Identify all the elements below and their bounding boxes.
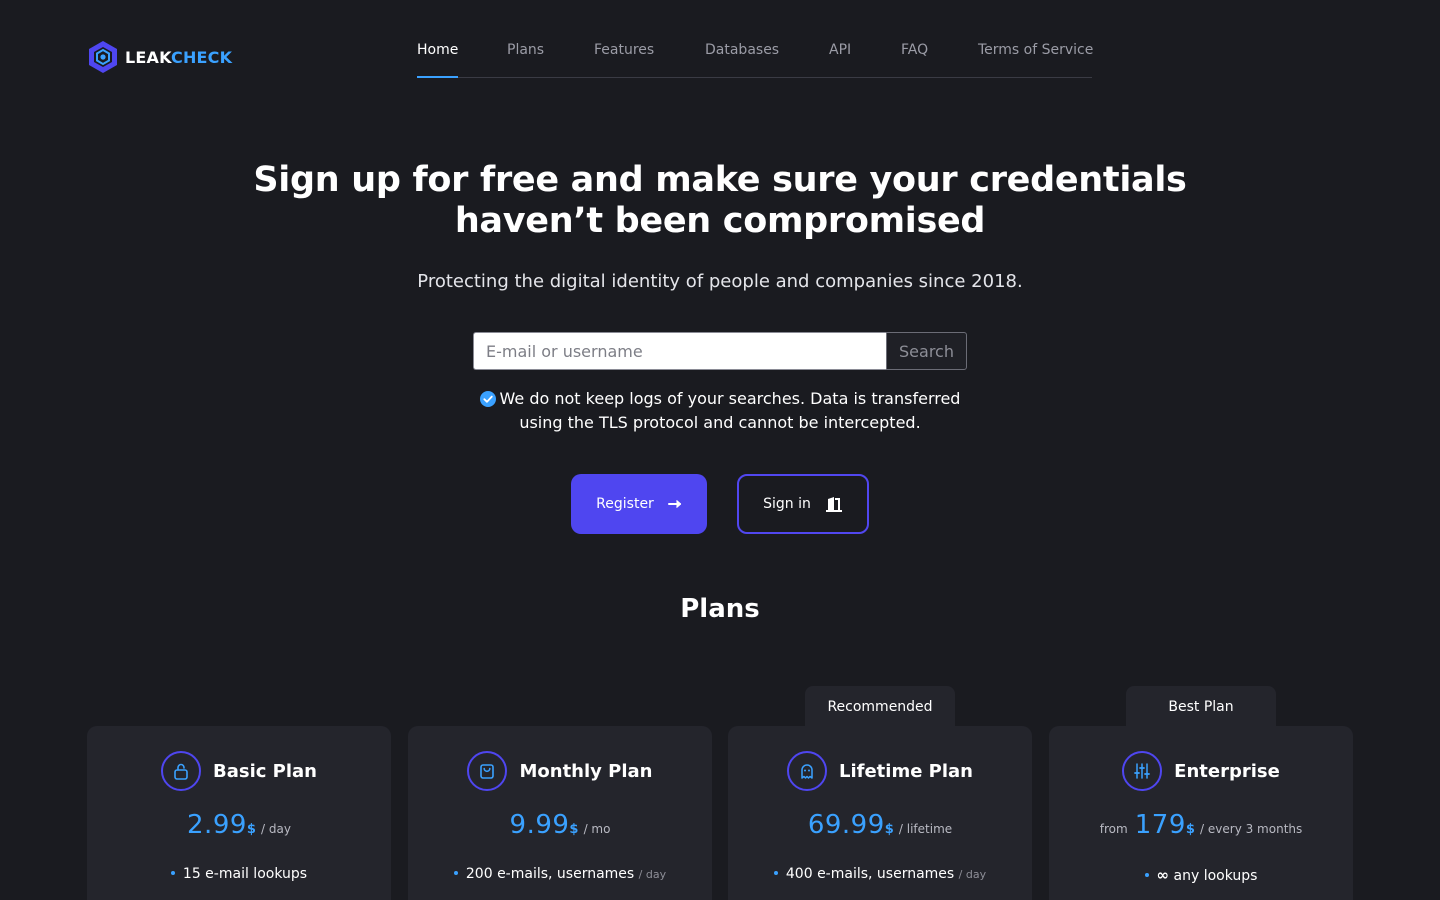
search-input[interactable] bbox=[473, 332, 886, 370]
price-value: 9.99 bbox=[509, 810, 570, 840]
lock-icon bbox=[160, 751, 201, 791]
page: LEAKCHECK Home Plans Features Databases … bbox=[0, 0, 1440, 900]
plan-feature: 200 e-mails, usernames / day bbox=[408, 866, 712, 882]
recommended-tag: Recommended bbox=[805, 686, 955, 728]
shopping-bag-icon bbox=[467, 751, 508, 791]
plan-name: Enterprise bbox=[1174, 760, 1280, 782]
price-currency: $ bbox=[246, 822, 256, 837]
check-circle-icon bbox=[479, 391, 496, 407]
feature-text: 400 e-mails, usernames bbox=[785, 866, 955, 882]
nav-home[interactable]: Home bbox=[417, 42, 459, 78]
plan-price: from 179$ / every 3 months bbox=[1049, 810, 1353, 840]
register-label: Register bbox=[596, 496, 654, 512]
hero-title-line-2: haven’t been compromised bbox=[454, 201, 986, 241]
price-currency: $ bbox=[569, 822, 579, 837]
price-currency: $ bbox=[884, 822, 894, 837]
sliders-icon bbox=[1122, 751, 1163, 791]
hero-title-line-1: Sign up for free and make sure your cred… bbox=[253, 160, 1187, 200]
bullet-dot bbox=[1144, 873, 1149, 877]
main-nav: Home Plans Features Databases API FAQ Te… bbox=[417, 40, 1093, 78]
plan-name: Lifetime Plan bbox=[838, 760, 973, 782]
hero-subtitle: Protecting the digital identity of peopl… bbox=[417, 271, 1023, 292]
bullet-dot bbox=[170, 871, 175, 875]
plan-feature: 400 e-mails, usernames / day bbox=[728, 866, 1032, 882]
best-plan-tag: Best Plan bbox=[1126, 686, 1276, 728]
feature-unit: / day bbox=[958, 868, 987, 881]
infinity-icon: ∞ bbox=[1156, 866, 1170, 884]
privacy-line-1: We do not keep logs of your searches. Da… bbox=[499, 389, 961, 408]
nav-terms[interactable]: Terms of Service bbox=[978, 42, 1093, 58]
privacy-line-2: using the TLS protocol and cannot be int… bbox=[519, 413, 921, 432]
door-enter-icon bbox=[825, 497, 842, 512]
sign-in-button[interactable]: Sign in bbox=[737, 474, 869, 534]
price-period: / every 3 months bbox=[1200, 822, 1303, 836]
plans-heading: Plans bbox=[680, 594, 760, 624]
plan-price: 2.99$ / day bbox=[87, 810, 391, 840]
nav-databases[interactable]: Databases bbox=[705, 42, 779, 58]
search-form: Search bbox=[473, 332, 967, 370]
hexagon-logo-icon bbox=[89, 41, 117, 73]
price-period: / mo bbox=[583, 822, 611, 836]
plan-name: Basic Plan bbox=[212, 760, 317, 782]
price-currency: $ bbox=[1185, 822, 1195, 837]
bullet-dot bbox=[773, 871, 778, 875]
plan-card-basic: Basic Plan 2.99$ / day 15 e-mail lookups bbox=[87, 726, 391, 900]
nav-api[interactable]: API bbox=[829, 42, 851, 58]
feature-text: any lookups bbox=[1173, 868, 1258, 884]
bullet-dot bbox=[453, 871, 458, 875]
feature-text: 15 e-mail lookups bbox=[182, 866, 308, 882]
nav-features[interactable]: Features bbox=[594, 42, 654, 58]
register-button[interactable]: Register bbox=[571, 474, 707, 534]
plan-feature: ∞ any lookups bbox=[1049, 866, 1353, 884]
plan-price: 9.99$ / mo bbox=[408, 810, 712, 840]
plan-feature: 15 e-mail lookups bbox=[87, 866, 391, 882]
search-button[interactable]: Search bbox=[886, 332, 967, 370]
logo[interactable]: LEAKCHECK bbox=[87, 40, 232, 74]
nav-plans[interactable]: Plans bbox=[507, 42, 544, 58]
nav-faq[interactable]: FAQ bbox=[901, 42, 928, 58]
plan-price: 69.99$ / lifetime bbox=[728, 810, 1032, 840]
plan-card-lifetime: Lifetime Plan 69.99$ / lifetime 400 e-ma… bbox=[728, 726, 1032, 900]
arrow-right-icon bbox=[667, 500, 681, 508]
hero-title: Sign up for free and make sure your cred… bbox=[220, 160, 1220, 242]
price-from: from bbox=[1099, 822, 1128, 836]
privacy-note: We do not keep logs of your searches. Da… bbox=[420, 387, 1020, 435]
plan-name: Monthly Plan bbox=[519, 760, 653, 782]
plan-card-enterprise: Enterprise from 179$ / every 3 months ∞ … bbox=[1049, 726, 1353, 900]
feature-unit: / day bbox=[638, 868, 667, 881]
price-period: / day bbox=[261, 822, 291, 836]
ghost-icon bbox=[786, 751, 827, 791]
price-value: 2.99 bbox=[187, 810, 247, 840]
price-period: / lifetime bbox=[898, 822, 953, 836]
sign-in-label: Sign in bbox=[763, 496, 811, 512]
plan-card-monthly: Monthly Plan 9.99$ / mo 200 e-mails, use… bbox=[408, 726, 712, 900]
feature-text: 200 e-mails, usernames bbox=[465, 866, 635, 882]
price-value: 179 bbox=[1134, 810, 1186, 840]
logo-text: LEAKCHECK bbox=[125, 47, 233, 67]
price-value: 69.99 bbox=[807, 810, 885, 840]
